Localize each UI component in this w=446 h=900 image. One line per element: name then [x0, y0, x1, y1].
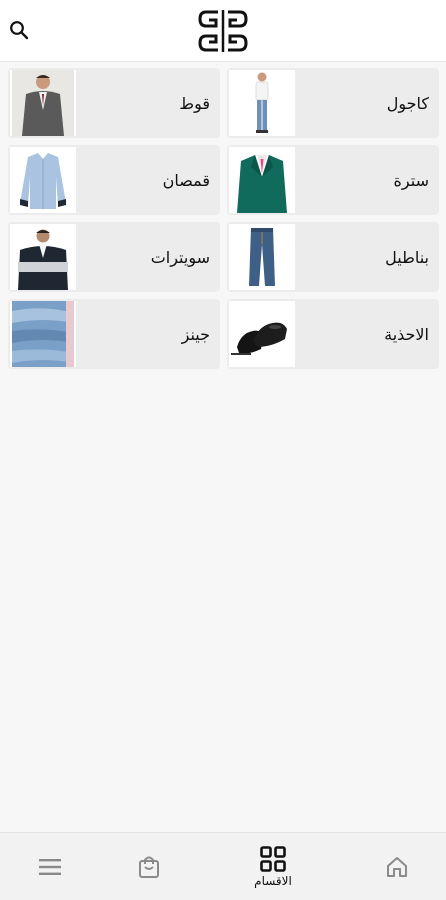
category-card-casual[interactable]: كاجول [227, 68, 439, 138]
category-label: سترة [393, 170, 429, 190]
nav-categories-label: الاقسام [254, 874, 292, 888]
category-image [10, 70, 76, 136]
category-card-sweaters[interactable]: سويترات [8, 222, 220, 292]
nav-home[interactable] [362, 833, 432, 900]
category-image [10, 301, 76, 367]
nav-categories[interactable]: الاقسام [238, 833, 308, 900]
category-image [10, 147, 76, 213]
nav-menu[interactable] [15, 833, 85, 900]
category-label: كاجول [386, 93, 429, 113]
category-grid: قوط كاجول قمصان سترة سويترات بناطيل جينز… [8, 68, 439, 369]
category-label: قمصان [162, 170, 210, 190]
category-image [10, 224, 76, 290]
category-card-pants[interactable]: بناطيل [227, 222, 439, 292]
bottom-navigation: الاقسام [0, 832, 446, 900]
category-card-shoes[interactable]: الاحذية [227, 299, 439, 369]
nav-cart[interactable] [114, 833, 184, 900]
category-label: الاحذية [384, 324, 429, 344]
menu-icon [39, 859, 61, 875]
category-label: قوط [179, 93, 210, 113]
category-card-shirts[interactable]: قمصان [8, 145, 220, 215]
search-icon [10, 21, 29, 40]
category-label: سويترات [150, 247, 210, 267]
category-label: جينز [181, 324, 210, 344]
search-button[interactable] [6, 17, 32, 43]
shopping-bag-icon [139, 856, 159, 878]
category-image [229, 224, 295, 290]
brand-logo[interactable] [196, 6, 250, 56]
app-header [0, 0, 446, 62]
grid-icon [260, 846, 286, 872]
category-card-blazer[interactable]: سترة [227, 145, 439, 215]
category-label: بناطيل [385, 247, 429, 267]
category-image [229, 70, 295, 136]
gg-logo-icon [198, 10, 248, 52]
category-image [229, 147, 295, 213]
category-card-jeans[interactable]: جينز [8, 299, 220, 369]
category-image [229, 301, 295, 367]
home-icon [387, 857, 407, 877]
category-card-suits[interactable]: قوط [8, 68, 220, 138]
